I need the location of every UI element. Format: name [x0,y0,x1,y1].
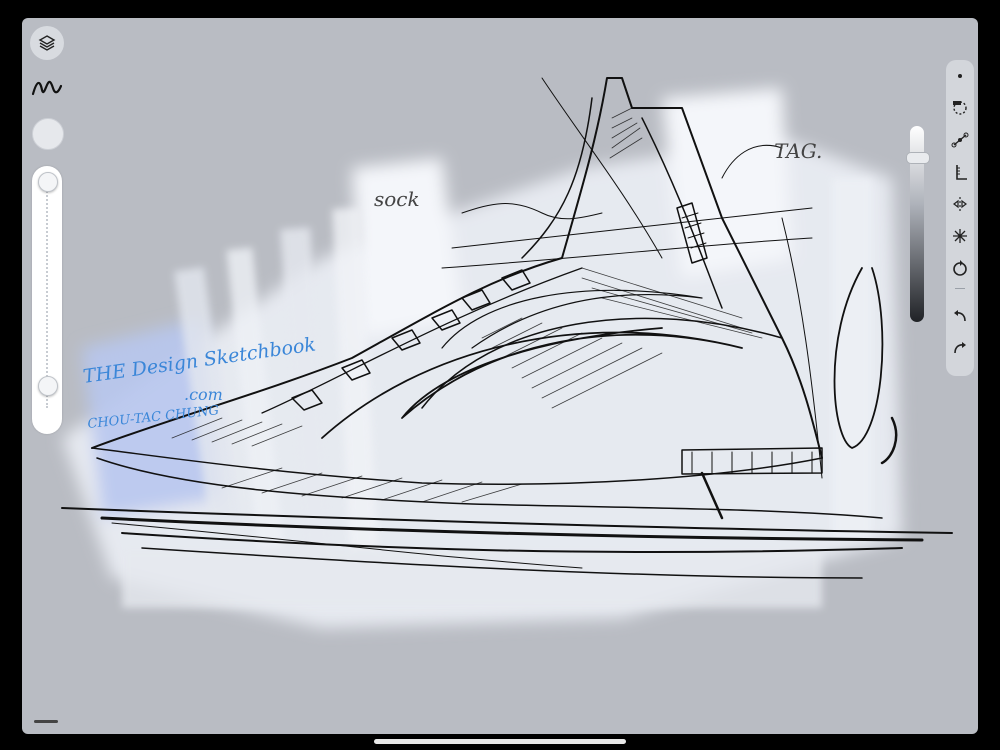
slider-guide [46,188,50,408]
drawing-canvas[interactable]: sock TAG. THE Design Sketchbook .com CHO… [22,18,978,734]
brush-icon [31,80,63,96]
redo-icon [954,342,966,354]
ruler-tool[interactable] [946,158,974,186]
selection-lasso-icon [953,101,967,115]
selection-tool[interactable] [946,94,974,122]
rotate-canvas-icon [953,260,967,276]
bezier-curve-icon [951,132,969,148]
color-swatch[interactable] [32,118,64,150]
symmetry-icon [953,197,967,211]
toolbar-divider [955,288,965,289]
watermark-domain: .com [184,385,223,404]
gray-value-slider[interactable] [906,126,930,322]
undo-button[interactable] [946,302,974,330]
home-indicator[interactable] [374,739,626,744]
brush-button[interactable] [30,70,64,104]
size-knob[interactable] [38,172,58,192]
curve-tool[interactable] [946,126,974,154]
dot-tool[interactable] [946,62,974,90]
tag-annotation: TAG. [774,139,822,163]
layers-icon [38,35,56,51]
opacity-knob[interactable] [38,376,58,396]
layers-button[interactable] [30,26,64,60]
radial-symmetry-icon [953,229,967,243]
redo-button[interactable] [946,334,974,362]
canvas-handle[interactable] [34,720,58,723]
dot-icon [958,74,962,78]
brush-size-slider[interactable] [32,166,62,434]
undo-icon [954,310,966,322]
right-toolbar [946,60,974,376]
app-screen: sock TAG. THE Design Sketchbook .com CHO… [22,18,978,734]
gray-value-knob[interactable] [906,152,930,164]
ruler-icon [956,165,967,180]
rotate-tool[interactable] [946,254,974,282]
sock-annotation: sock [374,187,420,211]
symmetry-tool[interactable] [946,190,974,218]
radial-tool[interactable] [946,222,974,250]
